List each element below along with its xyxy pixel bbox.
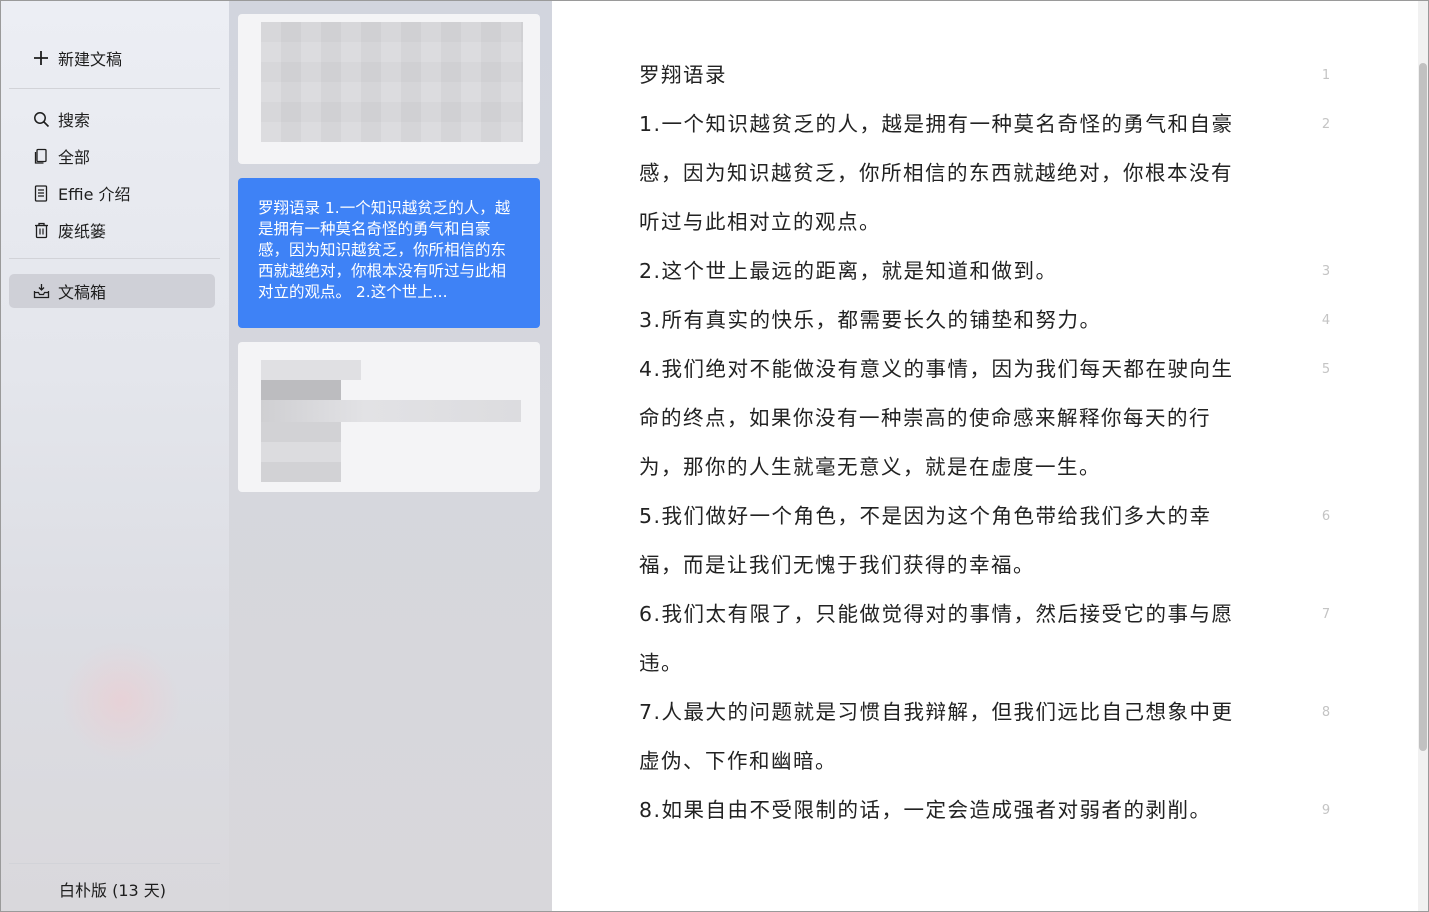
- scrollbar-thumb[interactable]: [1419, 63, 1427, 751]
- editor-line[interactable]: 3.所有真实的快乐，都需要长久的铺垫和努力。: [639, 296, 1269, 345]
- line-number: 8: [1321, 705, 1331, 720]
- new-document-button[interactable]: 新建文稿: [9, 41, 215, 75]
- plan-status-label: 白朴版 (13 天): [59, 881, 167, 900]
- document-card[interactable]: [238, 342, 540, 492]
- document-card-selected[interactable]: 罗翔语录 1.一个知识越贫乏的人，越是拥有一种莫名奇怪的勇气和自豪感，因为知识越…: [238, 178, 540, 328]
- sidebar-divider: [9, 258, 220, 259]
- sidebar-item-inbox[interactable]: 文稿箱: [9, 274, 215, 308]
- document-list: 罗翔语录 1.一个知识越贫乏的人，越是拥有一种莫名奇怪的勇气和自豪感，因为知识越…: [229, 1, 552, 911]
- blurred-preview: [261, 360, 361, 380]
- sidebar-item-label: Effie 介绍: [58, 185, 131, 204]
- editor-line[interactable]: 听过与此相对立的观点。: [639, 198, 1269, 247]
- trash-icon: [32, 221, 50, 239]
- line-number: 3: [1321, 264, 1331, 279]
- search-icon: [32, 110, 50, 128]
- sidebar-background-glow: [61, 641, 181, 761]
- sidebar-item-effie-intro[interactable]: Effie 介绍: [9, 176, 215, 210]
- blurred-preview: [261, 400, 521, 422]
- editor-line[interactable]: 福，而是让我们无愧于我们获得的幸福。: [639, 541, 1269, 590]
- editor-line[interactable]: 1.一个知识越贫乏的人，越是拥有一种莫名奇怪的勇气和自豪: [639, 100, 1269, 149]
- document-preview-text: 罗翔语录 1.一个知识越贫乏的人，越是拥有一种莫名奇怪的勇气和自豪感，因为知识越…: [258, 199, 511, 301]
- blurred-preview: [261, 22, 523, 142]
- line-number: 6: [1321, 509, 1331, 524]
- editor-line[interactable]: 7.人最大的问题就是习惯自我辩解，但我们远比自己想象中更: [639, 688, 1269, 737]
- inbox-icon: [32, 282, 50, 300]
- app-window: 新建文稿 搜索 全部 Effie 介绍 废纸篓 文稿箱 白朴版 (13 天) 罗…: [0, 0, 1429, 912]
- editor-line[interactable]: 违。: [639, 639, 1269, 688]
- line-number: 5: [1321, 362, 1331, 377]
- editor-line[interactable]: 5.我们做好一个角色，不是因为这个角色带给我们多大的幸: [639, 492, 1269, 541]
- documents-icon: [32, 147, 50, 165]
- line-number: 9: [1321, 803, 1331, 818]
- document-icon: [32, 184, 50, 202]
- sidebar-divider: [9, 863, 220, 864]
- editor-line[interactable]: 6.我们太有限了，只能做觉得对的事情，然后接受它的事与愿: [639, 590, 1269, 639]
- editor-line[interactable]: 罗翔语录: [639, 51, 1269, 100]
- editor-line[interactable]: 感，因为知识越贫乏，你所相信的东西就越绝对，你根本没有: [639, 149, 1269, 198]
- sidebar-item-label: 全部: [58, 148, 91, 167]
- line-number: 4: [1321, 313, 1331, 328]
- line-number: 2: [1321, 117, 1331, 132]
- sidebar-divider: [9, 88, 220, 89]
- editor[interactable]: 罗翔语录 1 1.一个知识越贫乏的人，越是拥有一种莫名奇怪的勇气和自豪 2 感，…: [552, 1, 1418, 911]
- blurred-preview: [261, 380, 341, 400]
- sidebar: 新建文稿 搜索 全部 Effie 介绍 废纸篓 文稿箱 白朴版 (13 天): [1, 1, 229, 911]
- editor-line[interactable]: 4.我们绝对不能做没有意义的事情，因为我们每天都在驶向生: [639, 345, 1269, 394]
- line-number: 1: [1321, 68, 1331, 83]
- editor-line[interactable]: 命的终点，如果你没有一种崇高的使命感来解释你每天的行: [639, 394, 1269, 443]
- sidebar-item-trash[interactable]: 废纸篓: [9, 213, 215, 247]
- sidebar-item-label: 废纸篓: [58, 222, 107, 241]
- editor-line[interactable]: 为，那你的人生就毫无意义，就是在虚度一生。: [639, 443, 1269, 492]
- sidebar-item-label: 搜索: [58, 111, 91, 130]
- sidebar-item-label: 文稿箱: [58, 283, 107, 302]
- editor-line[interactable]: 8.如果自由不受限制的话，一定会造成强者对弱者的剥削。: [639, 786, 1269, 835]
- editor-line[interactable]: 虚伪、下作和幽暗。: [639, 737, 1269, 786]
- sidebar-item-search[interactable]: 搜索: [9, 102, 215, 136]
- blurred-preview: [261, 422, 341, 482]
- plus-icon: [32, 49, 50, 67]
- sidebar-item-all[interactable]: 全部: [9, 139, 215, 173]
- new-document-label: 新建文稿: [58, 50, 123, 69]
- editor-line[interactable]: 2.这个世上最远的距离，就是知道和做到。: [639, 247, 1269, 296]
- line-number: 7: [1321, 607, 1331, 622]
- document-card[interactable]: [238, 14, 540, 164]
